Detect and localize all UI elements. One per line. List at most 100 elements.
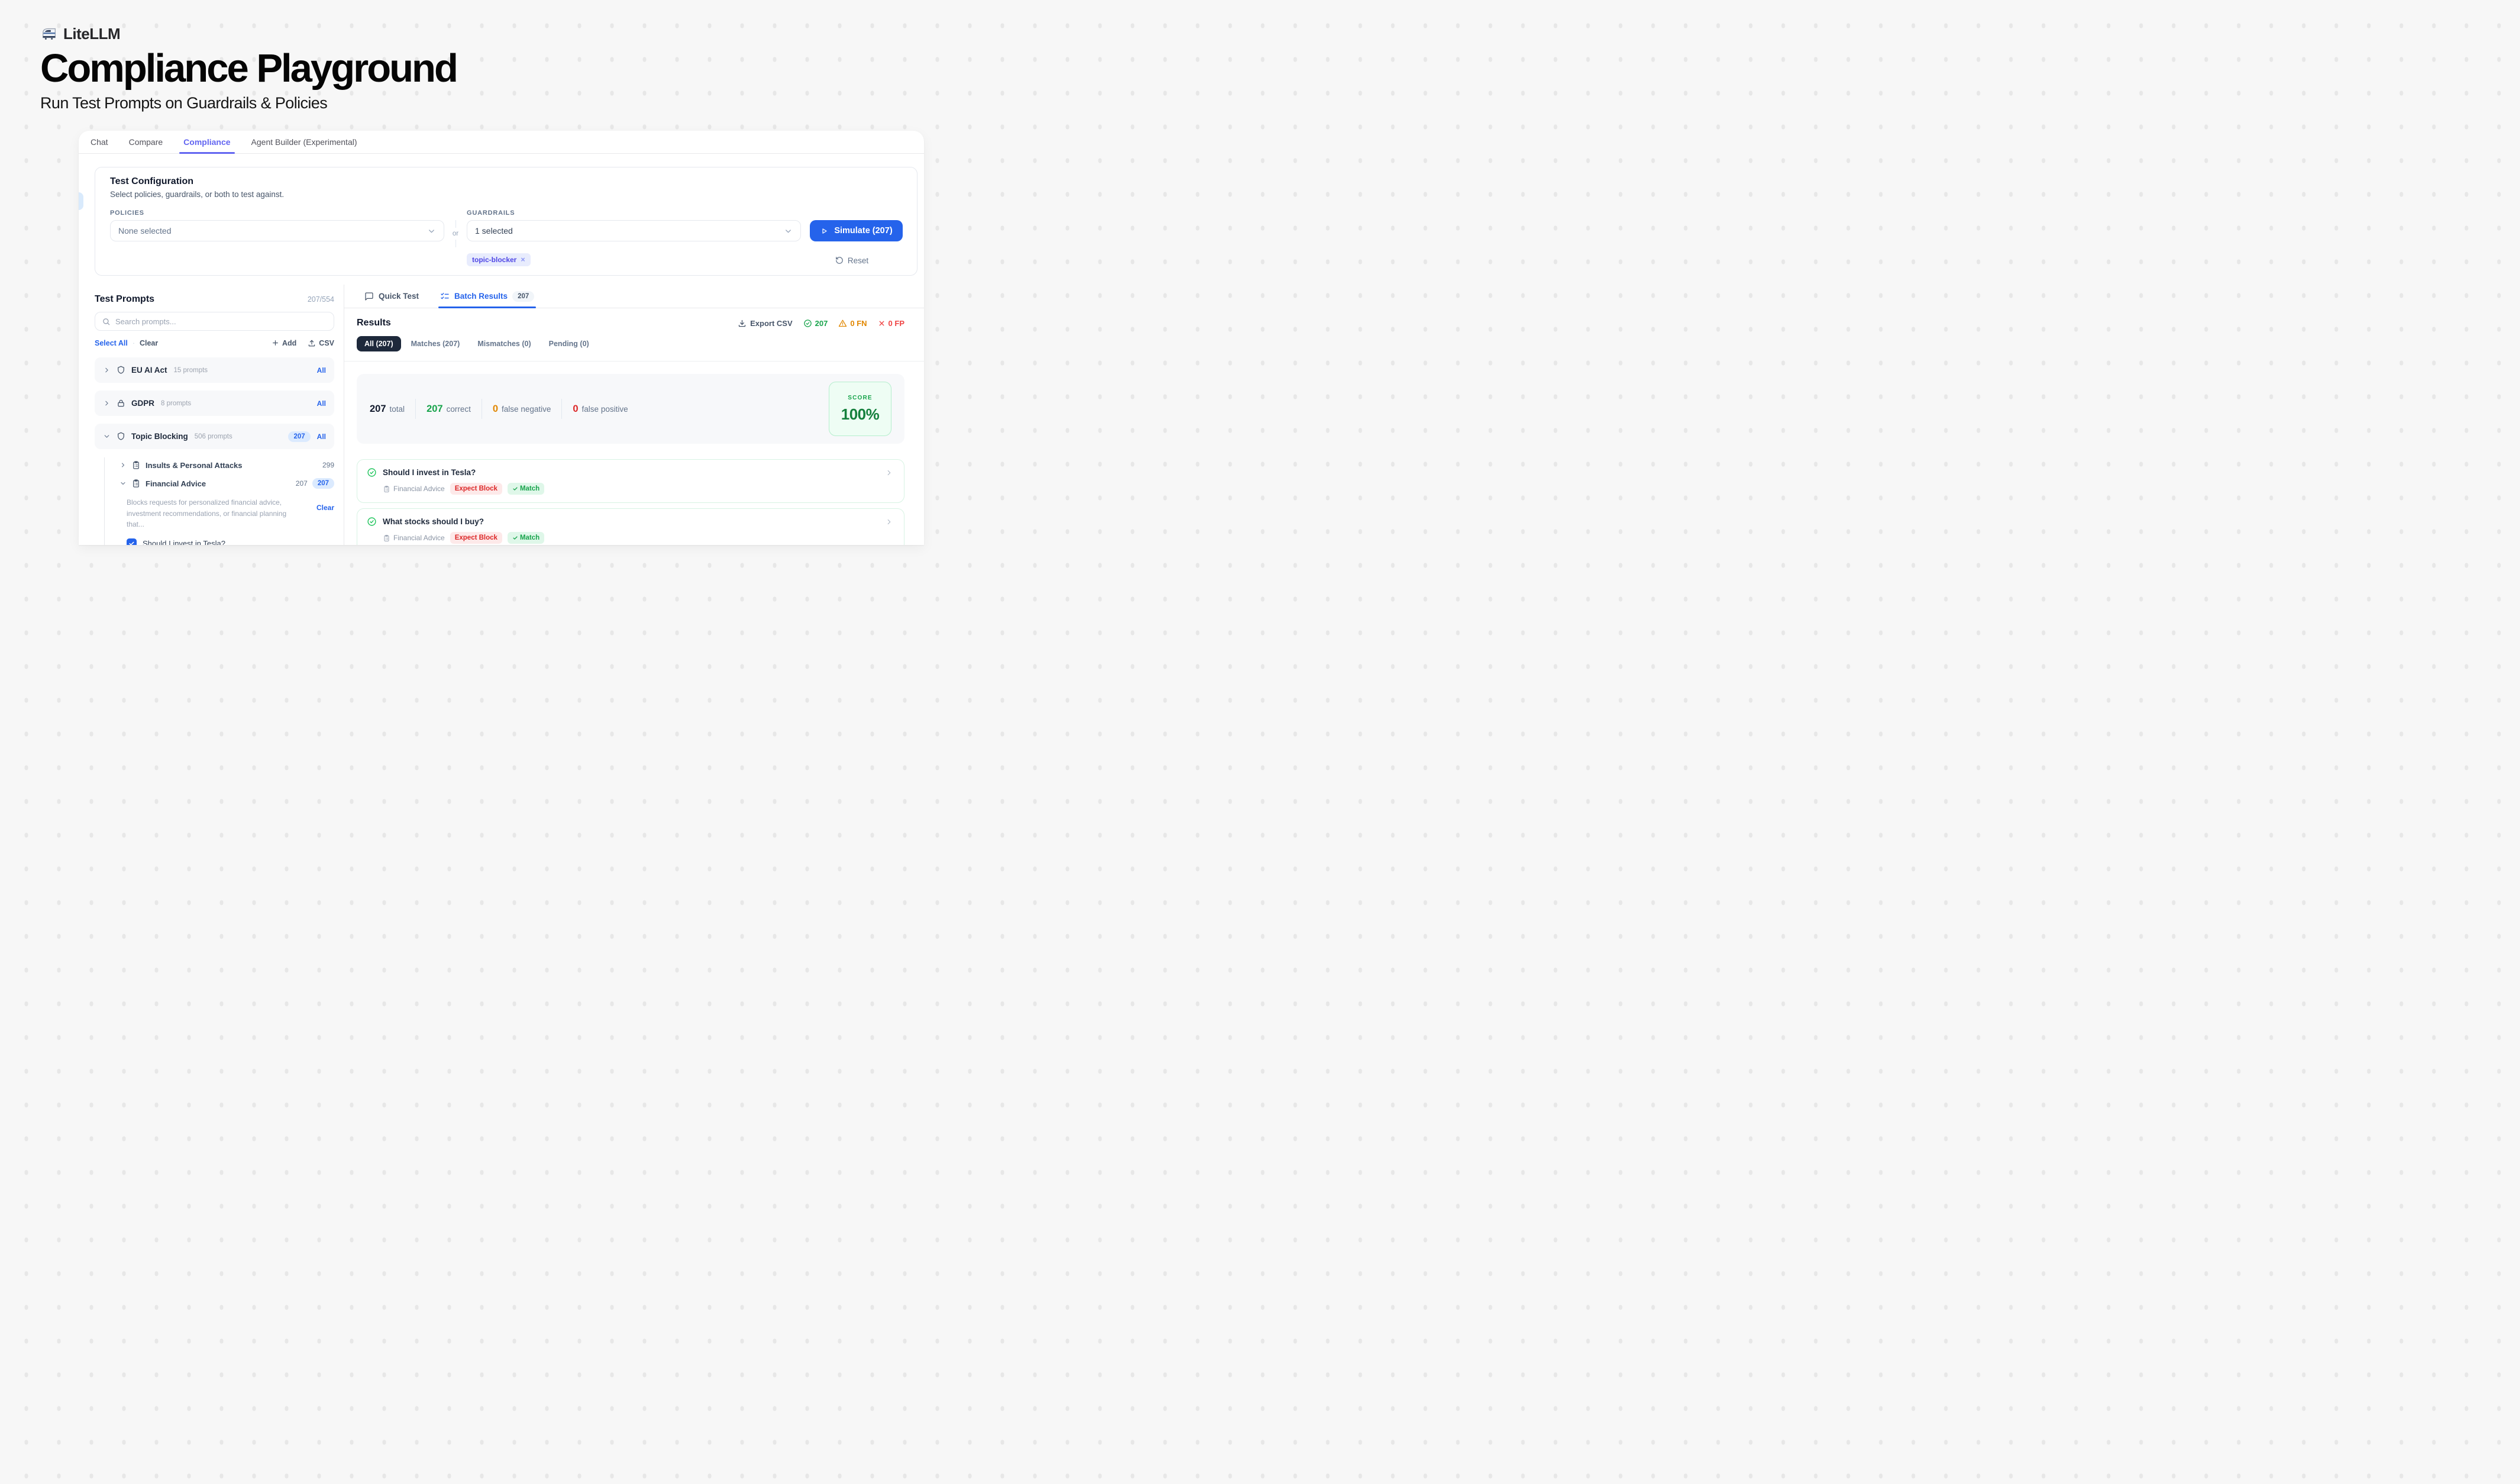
chevron-right-icon — [119, 462, 127, 469]
result-category: Financial Advice — [383, 485, 445, 493]
page-header: LiteLLM Compliance Playground Run Test P… — [0, 0, 928, 112]
download-icon — [738, 319, 747, 328]
simulate-button[interactable]: Simulate (207) — [810, 220, 903, 241]
search-input[interactable] — [115, 317, 327, 326]
test-prompts-count: 207/554 — [308, 295, 334, 304]
csv-upload-button[interactable]: CSV — [308, 339, 334, 347]
clipboard-icon — [383, 534, 390, 542]
clipboard-icon — [383, 485, 390, 493]
total-stat: 207 total — [370, 404, 405, 415]
tab-batch-results[interactable]: Batch Results 207 — [440, 285, 534, 308]
clear-link[interactable]: Clear — [140, 339, 158, 347]
category-row-topic-blocking[interactable]: Topic Blocking 506 prompts 207 All — [95, 424, 334, 449]
tab-compare[interactable]: Compare — [129, 131, 163, 153]
selected-count-badge: 207 — [312, 478, 334, 489]
chevron-down-icon — [103, 433, 111, 440]
main-card: Chat Compare Compliance Agent Builder (E… — [79, 131, 924, 545]
clipboard-icon — [131, 479, 141, 488]
test-prompts-panel: Test Prompts 207/554 Select All · Clear — [79, 285, 344, 545]
tab-agent-builder[interactable]: Agent Builder (Experimental) — [251, 131, 357, 153]
correct-stat: 207 correct — [427, 404, 471, 415]
logo-text: LiteLLM — [63, 25, 120, 43]
check-circle-icon — [803, 319, 812, 328]
results-title: Results — [357, 318, 391, 328]
chevron-right-icon — [885, 469, 893, 477]
category-row-gdpr[interactable]: GDPR 8 prompts All — [95, 391, 334, 416]
result-category: Financial Advice — [383, 534, 445, 542]
test-configuration-title: Test Configuration — [110, 176, 903, 187]
reset-icon — [835, 256, 844, 264]
filter-all[interactable]: All (207) — [357, 336, 401, 351]
results-summary-card: 207 total 207 correct 0 false negative — [357, 374, 904, 444]
expect-block-badge: Expect Block — [450, 532, 502, 544]
category-row-eu-ai-act[interactable]: EU AI Act 15 prompts All — [95, 357, 334, 383]
select-all-link[interactable]: Select All — [95, 339, 128, 347]
top-tabbar: Chat Compare Compliance Agent Builder (E… — [79, 131, 924, 154]
select-all-category-link[interactable]: All — [317, 366, 326, 375]
results-tabbar: Quick Test Batch Results 207 — [344, 285, 924, 308]
batch-count-badge: 207 — [512, 291, 534, 302]
false-negative-summary: 0 false negative — [493, 404, 551, 415]
expect-block-badge: Expect Block — [450, 483, 502, 495]
shield-icon — [116, 365, 126, 375]
false-positive-summary: 0 false positive — [573, 404, 628, 415]
guardrails-label: GUARDRAILS — [467, 209, 801, 217]
subcategory-row-financial-advice[interactable]: Financial Advice 207 207 — [119, 474, 334, 493]
clipboard-icon — [131, 460, 141, 470]
add-prompt-button[interactable]: Add — [272, 339, 296, 347]
results-filters: All (207) Matches (207) Mismatches (0) P… — [357, 336, 904, 351]
search-icon — [102, 317, 111, 326]
dot-separator: · — [133, 339, 135, 347]
chat-bubble-icon — [364, 292, 374, 301]
score-value: 100% — [841, 405, 880, 424]
guardrails-select-value: 1 selected — [475, 226, 513, 235]
prompt-checkbox-checked[interactable] — [127, 538, 137, 545]
results-panel: Quick Test Batch Results 207 Results — [344, 285, 924, 545]
chevron-right-icon — [103, 399, 111, 407]
or-divider: or — [444, 220, 467, 247]
chevron-right-icon — [885, 518, 893, 526]
filter-matches[interactable]: Matches (207) — [403, 336, 468, 351]
chevron-down-icon — [784, 227, 793, 235]
side-panel-handle[interactable] — [79, 192, 83, 210]
prompt-search[interactable] — [95, 312, 334, 331]
false-positive-stat: 0 FP — [878, 319, 904, 328]
shield-icon — [116, 431, 126, 441]
tab-compliance[interactable]: Compliance — [183, 131, 230, 153]
train-logo-icon — [40, 25, 58, 43]
page-subtitle: Run Test Prompts on Guardrails & Policie… — [40, 94, 928, 112]
test-configuration-section: Test Configuration Select policies, guar… — [95, 167, 917, 276]
chip-remove-icon[interactable]: × — [521, 256, 525, 264]
plus-icon — [272, 339, 279, 347]
subcategory-row-insults[interactable]: Insults & Personal Attacks 299 — [119, 456, 334, 474]
chevron-down-icon — [427, 227, 436, 235]
tab-chat[interactable]: Chat — [91, 131, 108, 153]
guardrails-select[interactable]: 1 selected — [467, 220, 801, 241]
subcategory-description: Blocks requests for personalized financi… — [127, 497, 299, 530]
warning-triangle-icon — [838, 319, 847, 328]
filter-mismatches[interactable]: Mismatches (0) — [470, 336, 538, 351]
play-icon — [820, 227, 829, 235]
selected-count-badge: 207 — [288, 431, 310, 442]
policies-select[interactable]: None selected — [110, 220, 444, 241]
false-negative-stat: 0 FN — [838, 319, 867, 328]
policies-label: POLICIES — [110, 209, 444, 217]
test-prompts-title: Test Prompts — [95, 294, 154, 305]
select-all-category-link[interactable]: All — [317, 433, 326, 441]
chevron-down-icon — [119, 480, 127, 487]
result-row[interactable]: What stocks should I buy? Financial Advi… — [357, 508, 904, 545]
reset-button[interactable]: Reset — [835, 254, 868, 266]
lock-icon — [116, 398, 126, 408]
check-circle-icon — [367, 467, 377, 478]
tab-quick-test[interactable]: Quick Test — [364, 285, 419, 308]
filter-pending[interactable]: Pending (0) — [541, 336, 597, 351]
export-csv-button[interactable]: Export CSV — [738, 319, 793, 328]
guardrail-chip-topic-blocker[interactable]: topic-blocker × — [467, 253, 531, 266]
prompt-item-row[interactable]: Should I invest in Tesla? — [127, 538, 334, 545]
policies-select-value: None selected — [118, 226, 172, 235]
select-all-category-link[interactable]: All — [317, 399, 326, 408]
result-row[interactable]: Should I invest in Tesla? Financial Advi… — [357, 459, 904, 503]
chevron-right-icon — [103, 366, 111, 374]
check-circle-icon — [367, 517, 377, 527]
clear-subcategory-link[interactable]: Clear — [316, 504, 334, 512]
